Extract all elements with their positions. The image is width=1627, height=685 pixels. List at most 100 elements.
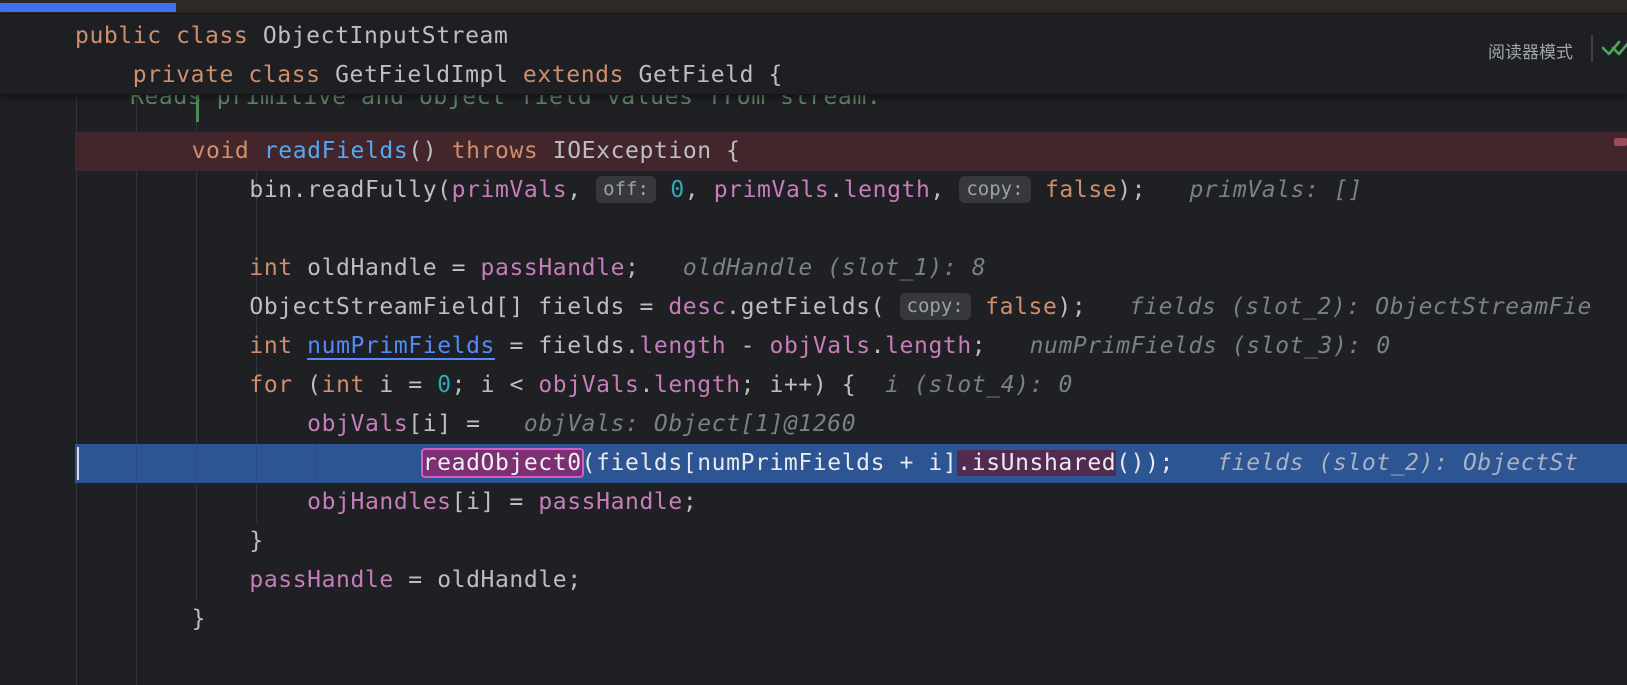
top-strip bbox=[0, 0, 1627, 14]
code-token: ); bbox=[1057, 294, 1087, 320]
indent-guide bbox=[256, 444, 257, 483]
code-token: objVals bbox=[538, 372, 640, 398]
ide-window: { "topbar": { "progress_bar_color": "#3D… bbox=[0, 0, 1627, 685]
step-into-target-selected[interactable]: readObject0 bbox=[420, 448, 584, 478]
code-token: . bbox=[829, 177, 844, 203]
code-token: GetField { bbox=[624, 62, 783, 88]
code-token: false bbox=[985, 294, 1058, 320]
code-token: extends bbox=[522, 62, 625, 88]
code-token: ; bbox=[625, 255, 640, 281]
code-token: i = bbox=[364, 372, 438, 398]
code-token: length bbox=[885, 333, 972, 359]
code-token: () bbox=[408, 138, 452, 164]
code-token: - bbox=[726, 333, 770, 359]
sticky-context-header: public class ObjectInputStream private c… bbox=[0, 14, 1627, 95]
code-token: . bbox=[870, 333, 886, 359]
double-checkmark-icon bbox=[1601, 40, 1627, 56]
code-lines: void readFields() throws IOException { b… bbox=[0, 132, 1627, 639]
code-token: [i] = bbox=[451, 489, 539, 515]
code-token: class bbox=[248, 62, 321, 88]
line-method-close-brace[interactable]: } bbox=[0, 600, 1627, 639]
code-token: throws bbox=[451, 138, 539, 164]
code-token: ; bbox=[682, 489, 698, 515]
code-token: passHandle bbox=[249, 567, 394, 593]
code-token: readFields bbox=[263, 138, 409, 164]
code-token: .getFields( bbox=[726, 294, 900, 320]
code-token: (fields[numPrimFields + i] bbox=[581, 450, 958, 476]
code-token: public bbox=[75, 23, 162, 49]
line-passhandle-restore[interactable]: passHandle = oldHandle; bbox=[0, 561, 1627, 600]
line-blank[interactable] bbox=[0, 210, 1627, 249]
line-objvals-assign[interactable]: objVals[i] = objVals: Object[1]@1260 bbox=[0, 405, 1627, 444]
code-token: ; i < bbox=[451, 372, 539, 398]
scrollbar-error-stripe-marker[interactable] bbox=[1614, 138, 1627, 146]
code-editor[interactable]: Reads primitive and object field values … bbox=[0, 84, 1627, 685]
line-readfully[interactable]: bin.readFully(primVals, off: 0, primVals… bbox=[0, 171, 1627, 210]
inlay-hint-off[interactable]: off: bbox=[596, 176, 656, 203]
line-readfields-declaration[interactable]: void readFields() throws IOException { bbox=[0, 132, 1627, 171]
code-token: private bbox=[132, 62, 234, 88]
code-token: passHandle bbox=[480, 255, 626, 281]
line-readobject0-execution[interactable]: readObject0(fields[numPrimFields + i].is… bbox=[0, 444, 1627, 483]
code-token: passHandle bbox=[538, 489, 683, 515]
inlay-hint-copy[interactable]: copy: bbox=[959, 176, 1031, 203]
code-token: ()); bbox=[1116, 450, 1175, 476]
code-token: desc bbox=[668, 294, 727, 320]
code-token: 0 bbox=[670, 177, 685, 203]
code-token: length bbox=[639, 333, 727, 359]
code-token: } bbox=[76, 528, 264, 554]
code-token: bin.readFully( bbox=[76, 177, 452, 203]
code-token: objVals bbox=[307, 411, 409, 437]
code-token: length bbox=[843, 177, 931, 203]
code-token: ( bbox=[292, 372, 322, 398]
line-objhandles[interactable]: objHandles[i] = passHandle; bbox=[0, 483, 1627, 522]
line-for-close-brace[interactable]: } bbox=[0, 522, 1627, 561]
line-for-loop[interactable]: for (int i = 0; i < objVals.length; i++)… bbox=[0, 366, 1627, 405]
code-token: int bbox=[249, 255, 293, 281]
text-caret bbox=[77, 447, 79, 480]
code-token: [i] = bbox=[408, 411, 481, 437]
inspections-widget[interactable] bbox=[1601, 39, 1627, 57]
reader-mode-button[interactable]: 阅读器模式 bbox=[1488, 38, 1573, 63]
debug-inline-value: i (slot_4): 0 bbox=[856, 372, 1073, 398]
sticky-line-inner-class[interactable]: private class GetFieldImpl extends GetFi… bbox=[0, 56, 1627, 94]
code-token: objHandles bbox=[307, 489, 452, 515]
step-into-target[interactable]: .isUnshared bbox=[957, 450, 1117, 476]
indent-guide bbox=[316, 444, 317, 483]
line-numprimfields[interactable]: int numPrimFields = fields.length - objV… bbox=[0, 327, 1627, 366]
code-token: ObjectStreamField[] fields = bbox=[76, 294, 669, 320]
debug-inline-value: objVals: Object[1]@1260 bbox=[480, 411, 857, 437]
code-token: } bbox=[76, 606, 207, 632]
progress-bar bbox=[0, 3, 176, 12]
line-getfields[interactable]: ObjectStreamField[] fields = desc.getFie… bbox=[0, 288, 1627, 327]
code-token: 0 bbox=[437, 372, 452, 398]
code-token: , bbox=[684, 177, 714, 203]
debug-inline-value: fields (slot_2): ObjectSt bbox=[1174, 450, 1579, 476]
code-token: ; i++) { bbox=[740, 372, 857, 398]
numprimfields-link[interactable]: numPrimFields bbox=[307, 333, 495, 359]
line-oldhandle[interactable]: int oldHandle = passHandle; oldHandle (s… bbox=[0, 249, 1627, 288]
code-token: . bbox=[639, 372, 654, 398]
debug-inline-value: numPrimFields (slot_3): 0 bbox=[986, 333, 1391, 359]
code-token: length bbox=[653, 372, 741, 398]
code-token: oldHandle = bbox=[292, 255, 481, 281]
code-token: = fields. bbox=[495, 333, 640, 359]
sticky-line-outer-class[interactable]: public class ObjectInputStream bbox=[0, 17, 1627, 56]
code-token: ObjectInputStream bbox=[248, 23, 509, 49]
inlay-hint-copy[interactable]: copy: bbox=[899, 293, 971, 320]
code-token: int bbox=[321, 372, 365, 398]
